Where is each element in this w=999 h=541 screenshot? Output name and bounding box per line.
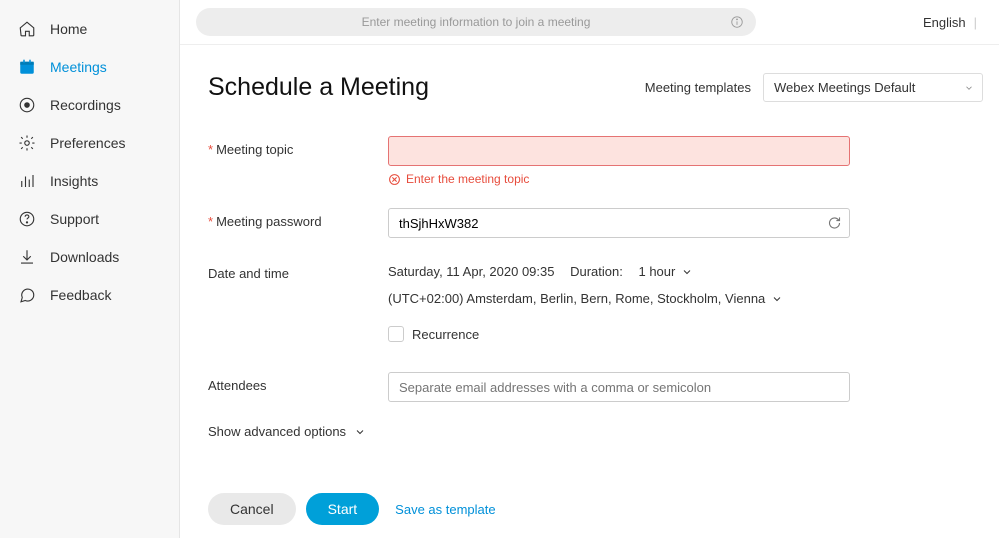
attendees-input[interactable] — [388, 372, 850, 402]
template-selected: Webex Meetings Default — [774, 80, 915, 95]
actions: Cancel Start Save as template — [208, 493, 983, 525]
timezone-value: (UTC+02:00) Amsterdam, Berlin, Bern, Rom… — [388, 291, 765, 306]
home-icon — [18, 20, 36, 38]
recurrence-label: Recurrence — [412, 327, 479, 342]
meeting-password-input[interactable] — [388, 208, 850, 238]
sidebar-item-label: Insights — [50, 173, 98, 189]
sidebar: Home Meetings Recordings Preferences Ins… — [0, 0, 180, 538]
sidebar-item-support[interactable]: Support — [0, 200, 179, 238]
templates-label: Meeting templates — [645, 80, 751, 95]
timezone-display[interactable]: (UTC+02:00) Amsterdam, Berlin, Bern, Rom… — [388, 291, 850, 306]
template-group: Meeting templates Webex Meetings Default — [645, 73, 983, 102]
meeting-topic-input[interactable] — [388, 136, 850, 166]
record-icon — [18, 96, 36, 114]
chart-icon — [18, 172, 36, 190]
required-marker: * — [208, 214, 213, 229]
calendar-icon — [18, 58, 36, 76]
sidebar-item-label: Downloads — [50, 249, 119, 265]
search-placeholder: Enter meeting information to join a meet… — [362, 15, 591, 29]
sidebar-item-label: Preferences — [50, 135, 125, 151]
sidebar-item-downloads[interactable]: Downloads — [0, 238, 179, 276]
required-marker: * — [208, 142, 213, 157]
save-as-template-link[interactable]: Save as template — [395, 502, 495, 517]
chevron-down-icon — [964, 83, 974, 93]
row-attendees: Attendees — [208, 372, 983, 402]
row-meeting-topic: *Meeting topic Enter the meeting topic — [208, 136, 983, 186]
info-icon[interactable] — [730, 15, 744, 29]
sidebar-item-insights[interactable]: Insights — [0, 162, 179, 200]
language-selector[interactable]: English | — [923, 15, 983, 30]
label-meeting-topic: *Meeting topic — [208, 136, 388, 157]
show-advanced-toggle[interactable]: Show advanced options — [208, 424, 983, 439]
help-icon — [18, 210, 36, 228]
date-value: Saturday, 11 Apr, 2020 09:35 — [388, 264, 554, 279]
topic-error-message: Enter the meeting topic — [388, 172, 850, 186]
page-header: Schedule a Meeting Meeting templates Web… — [208, 73, 983, 102]
chevron-down-icon — [354, 426, 366, 438]
error-icon — [388, 173, 401, 186]
sidebar-item-feedback[interactable]: Feedback — [0, 276, 179, 314]
sidebar-item-recordings[interactable]: Recordings — [0, 86, 179, 124]
sidebar-item-home[interactable]: Home — [0, 10, 179, 48]
sidebar-item-preferences[interactable]: Preferences — [0, 124, 179, 162]
start-button[interactable]: Start — [306, 493, 380, 525]
duration-value: 1 hour — [638, 264, 675, 279]
chevron-down-icon — [681, 266, 693, 278]
sidebar-item-label: Home — [50, 21, 87, 37]
topbar: Enter meeting information to join a meet… — [180, 0, 999, 44]
cancel-button[interactable]: Cancel — [208, 493, 296, 525]
download-icon — [18, 248, 36, 266]
sidebar-item-label: Recordings — [50, 97, 121, 113]
main: Enter meeting information to join a meet… — [180, 0, 999, 538]
template-select[interactable]: Webex Meetings Default — [763, 73, 983, 102]
sidebar-item-meetings[interactable]: Meetings — [0, 48, 179, 86]
chat-icon — [18, 286, 36, 304]
sidebar-item-label: Support — [50, 211, 99, 227]
content: Schedule a Meeting Meeting templates Web… — [180, 45, 999, 541]
sidebar-item-label: Meetings — [50, 59, 107, 75]
recurrence-checkbox[interactable] — [388, 326, 404, 342]
duration-label: Duration: — [570, 264, 623, 279]
page-title: Schedule a Meeting — [208, 73, 429, 102]
sidebar-item-label: Feedback — [50, 287, 111, 303]
label-date-time: Date and time — [208, 260, 388, 281]
divider: | — [974, 15, 977, 30]
row-meeting-password: *Meeting password — [208, 208, 983, 238]
chevron-down-icon — [771, 293, 783, 305]
refresh-icon[interactable] — [827, 216, 842, 231]
label-attendees: Attendees — [208, 372, 388, 393]
label-meeting-password: *Meeting password — [208, 208, 388, 229]
recurrence-row: Recurrence — [388, 326, 850, 342]
search-input[interactable]: Enter meeting information to join a meet… — [196, 8, 756, 36]
datetime-display[interactable]: Saturday, 11 Apr, 2020 09:35 Duration: 1… — [388, 260, 850, 279]
row-date-time: Date and time Saturday, 11 Apr, 2020 09:… — [208, 260, 983, 342]
gear-icon — [18, 134, 36, 152]
